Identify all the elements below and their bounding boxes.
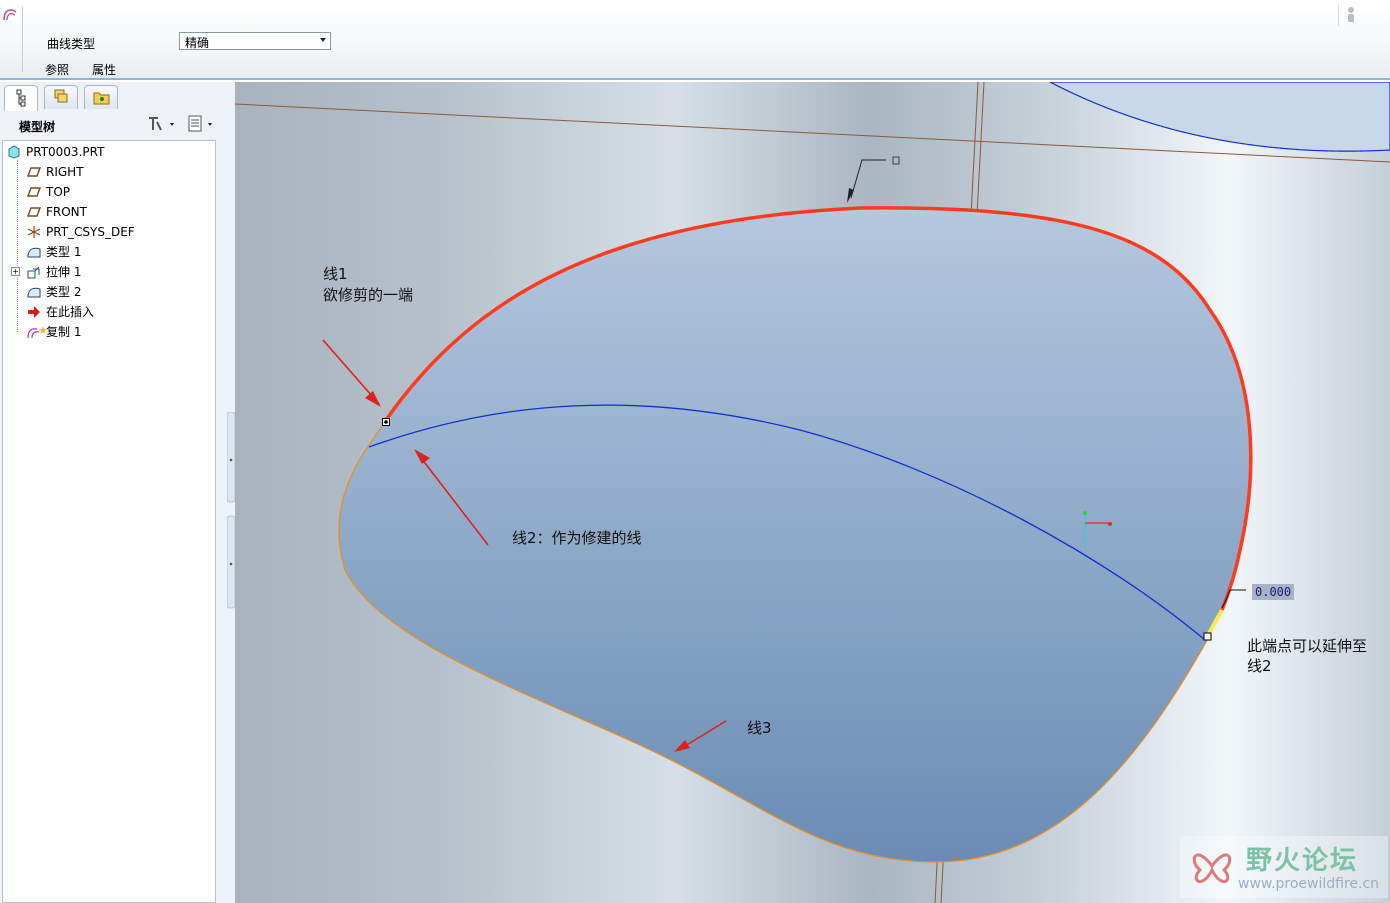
ribbon-separator: [22, 6, 23, 72]
line2-label: 线2：作为修建的线: [512, 529, 642, 547]
line3-label: 线3: [747, 719, 772, 737]
model-geometry[interactable]: [235, 82, 1390, 903]
endpoint-note-line2: 线2: [1247, 657, 1272, 675]
tree-item-label: PRT0003.PRT: [26, 145, 105, 159]
tab-model-tree[interactable]: [4, 85, 38, 111]
tree-connector: [17, 160, 19, 332]
datum-plane-icon: [27, 167, 41, 177]
tree-item-label: 在此插入: [46, 305, 95, 319]
expand-icon[interactable]: +: [11, 267, 20, 276]
endpoint-handle[interactable]: [1203, 632, 1212, 641]
curve-type-label: 曲线类型: [47, 37, 96, 51]
insert-here-arrow-icon: [28, 306, 40, 318]
tab-properties[interactable]: 属性: [92, 61, 116, 78]
layers-icon: [54, 89, 68, 103]
model-tree-title: 模型树: [19, 120, 56, 134]
curve-type-value: 精确: [185, 36, 210, 50]
butterfly-logo-icon: [1192, 853, 1232, 883]
status-figure-icon: [1348, 7, 1354, 22]
chevron-down-icon: [320, 38, 326, 42]
navigator-tabs: [0, 82, 235, 111]
part-icon: [8, 145, 20, 159]
extrude-icon: [27, 266, 40, 279]
model-tree-icon: [16, 89, 26, 107]
folder-icon: [93, 92, 110, 105]
surface-icon: [27, 247, 41, 258]
tree-item-label: 拉伸 1: [46, 265, 82, 279]
line1-title-label: 线1: [323, 265, 348, 283]
model-tree: PRT0003.PRT RIGHT TOP FRONT PRT_CSYS_DEF: [2, 140, 216, 903]
background-surface: [1049, 82, 1390, 152]
tree-item-label: FRONT: [46, 205, 87, 219]
length-dimension[interactable]: 0.000: [1252, 584, 1295, 600]
feature-dashboard: 曲线类型 精确 参照 属性: [0, 0, 1390, 80]
curve-feature-icon: [3, 9, 17, 21]
datum-plane-icon: [27, 207, 41, 217]
tree-item-label: 复制 1: [46, 325, 82, 339]
watermark-url: www.proewildfire.cn: [1238, 876, 1380, 892]
panel-splitter[interactable]: [226, 411, 236, 612]
csys-icon: [27, 226, 41, 238]
pause-resume-button[interactable]: [1338, 4, 1361, 26]
settings-tools-icon[interactable]: [146, 114, 180, 134]
model-tree-header: 模型树: [2, 110, 218, 138]
navigator-panel: 模型树 PRT0003.PRT RIGHT TOP FRONT PRT_CSYS…: [0, 82, 236, 903]
line1-desc-label: 欲修剪的一端: [323, 286, 414, 304]
tab-references[interactable]: 参照: [45, 61, 69, 78]
tree-item-label: TOP: [46, 185, 71, 199]
tab-folder-browser[interactable]: [84, 85, 118, 109]
tree-item-label: 类型 1: [46, 245, 82, 259]
leader-line: [850, 159, 886, 199]
forum-watermark: 野火论坛 www.proewildfire.cn: [1180, 836, 1388, 898]
datum-plane-icon: [27, 187, 41, 197]
tree-item-label: RIGHT: [46, 165, 84, 179]
copy-surface-icon: [27, 326, 47, 339]
surface-patch[interactable]: [338, 207, 1251, 863]
surface-icon: [27, 287, 41, 298]
dimension-tag: [892, 156, 900, 165]
watermark-title: 野火论坛: [1246, 846, 1359, 876]
curve-type-select[interactable]: 精确: [179, 32, 331, 50]
endpoint-note-line1: 此端点可以延伸至: [1247, 637, 1368, 655]
tree-item-label: PRT_CSYS_DEF: [46, 225, 135, 239]
tab-layers[interactable]: [44, 85, 78, 109]
graphics-window[interactable]: [235, 82, 1390, 903]
show-options-icon[interactable]: [186, 114, 220, 134]
tree-item-label: 类型 2: [46, 285, 82, 299]
